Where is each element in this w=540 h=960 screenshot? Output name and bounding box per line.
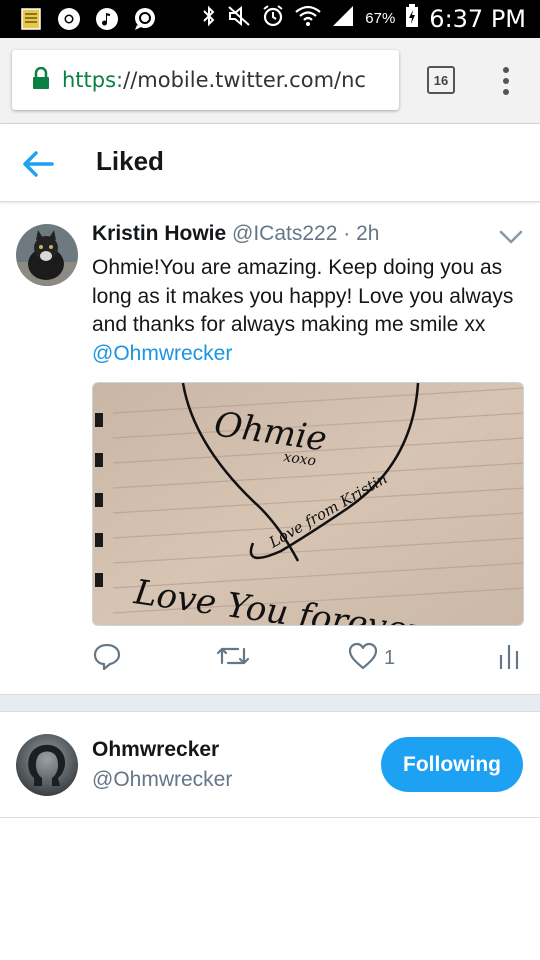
retweet-icon [216, 641, 250, 676]
tweet-author-handle[interactable]: @ICats222 [232, 222, 337, 245]
chat-icon [132, 6, 158, 32]
system-icons: 67% 6:37 PM [201, 4, 526, 33]
mention-link[interactable]: @Ohmwrecker [92, 342, 232, 365]
tweet-text: Ohmie!You are amazing. Keep doing you as… [92, 254, 522, 368]
browser-toolbar: https://mobile.twitter.com/nc 16 [0, 38, 540, 124]
music-icon [94, 6, 120, 32]
address-bar[interactable]: https://mobile.twitter.com/nc [12, 50, 399, 110]
notification-icons [18, 6, 158, 32]
tweet-author-avatar[interactable] [16, 224, 78, 286]
url-path: //mobile.twitter.com/nc [123, 68, 366, 92]
tweet-body: Ohmie!You are amazing. Keep doing you as… [92, 256, 514, 336]
battery-percent: 67% [365, 10, 396, 27]
reply-button[interactable] [92, 640, 122, 676]
chevron-down-icon[interactable] [498, 228, 524, 246]
tweet-header: Kristin Howie @ICats222 · 2h [92, 222, 379, 246]
page-title: Liked [96, 146, 164, 176]
tweet-actions: 1 [92, 640, 524, 676]
page-header: Liked [0, 124, 540, 202]
like-count: 1 [384, 646, 396, 669]
battery-icon [405, 4, 419, 33]
tweet-photo[interactable]: Ohmie xoxo Love from Kristin Love You fo… [92, 382, 524, 626]
user-row[interactable]: Ohmwrecker @Ohmwrecker Following [0, 712, 540, 818]
lock-icon [32, 66, 50, 94]
status-bar: 67% 6:37 PM [0, 0, 540, 38]
url-text: https://mobile.twitter.com/nc [62, 68, 366, 92]
analytics-button[interactable] [498, 640, 520, 676]
retweet-button[interactable] [216, 640, 250, 676]
notes-icon [18, 6, 44, 32]
signal-icon [331, 4, 355, 33]
back-arrow-icon[interactable] [20, 146, 56, 182]
section-divider [0, 694, 540, 712]
menu-dot [503, 67, 509, 73]
chrome-icon [56, 6, 82, 32]
following-button[interactable]: Following [381, 737, 523, 792]
mute-icon [227, 4, 251, 33]
alarm-icon [261, 4, 285, 33]
url-scheme: https: [62, 68, 124, 92]
overflow-menu-button[interactable] [496, 64, 516, 98]
analytics-icon [498, 641, 520, 676]
heart-icon [348, 642, 378, 675]
separator-dot: · [343, 222, 351, 245]
tweet-author-name[interactable]: Kristin Howie [92, 222, 226, 245]
user-name[interactable]: Ohmwrecker [92, 738, 219, 762]
menu-dot [503, 78, 509, 84]
like-button[interactable]: 1 [348, 640, 395, 676]
tab-switcher-button[interactable]: 16 [427, 66, 455, 94]
menu-dot [503, 89, 509, 95]
bluetooth-icon [201, 4, 217, 33]
tweet-card[interactable]: Kristin Howie @ICats222 · 2h Ohmie!You a… [0, 204, 540, 694]
clock: 6:37 PM [429, 4, 526, 33]
wifi-icon [295, 5, 321, 32]
user-handle: @Ohmwrecker [92, 768, 233, 791]
user-avatar[interactable] [16, 734, 78, 796]
reply-icon [92, 641, 122, 676]
tweet-timestamp[interactable]: 2h [356, 222, 379, 245]
